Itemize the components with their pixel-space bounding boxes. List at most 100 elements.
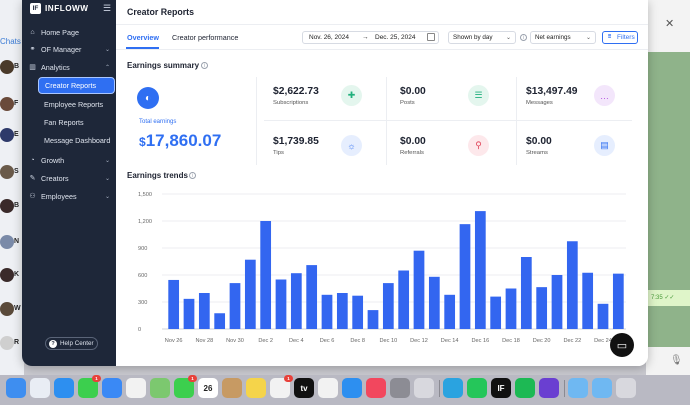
sidebar-item-message-dashboard[interactable]: Message Dashboard: [44, 136, 110, 145]
referrals-icon: ⚲: [468, 135, 489, 156]
spotify-icon[interactable]: [515, 378, 535, 398]
x-tick-label: Dec 14: [441, 338, 459, 344]
chat-name-initial: N: [14, 238, 20, 245]
earnings-summary-title: Earnings summary: [127, 61, 200, 70]
app-store-icon[interactable]: [342, 378, 362, 398]
trash-icon[interactable]: [616, 378, 636, 398]
metric-select[interactable]: Net earnings ⌄: [530, 31, 596, 44]
sidebar-item-analytics[interactable]: ▥ Analytics ⌃: [28, 60, 114, 74]
streams-icon: ▤: [594, 135, 615, 156]
chat-avatar[interactable]: [0, 268, 14, 282]
telegram-icon[interactable]: [443, 378, 463, 398]
sidebar-item-employee-reports[interactable]: Employee Reports: [44, 100, 103, 109]
mail-icon[interactable]: [102, 378, 122, 398]
sidebar-item-growth[interactable]: ◔ Growth ⌄: [28, 153, 114, 167]
chart-icon: ▥: [29, 64, 36, 71]
chat-avatar[interactable]: [0, 302, 14, 316]
home-icon: ⌂: [30, 28, 35, 36]
safari-icon[interactable]: [54, 378, 74, 398]
period-select[interactable]: Shown by day ⌄: [448, 31, 516, 44]
growth-icon: ◔: [30, 156, 35, 164]
tv-icon[interactable]: tv: [294, 378, 314, 398]
settings-icon[interactable]: [390, 378, 410, 398]
sidebar-item-creators[interactable]: ✎ Creators ⌄: [28, 171, 114, 185]
divider: [116, 24, 648, 25]
bar: [474, 211, 486, 329]
chat-support-icon[interactable]: ▭: [610, 333, 634, 357]
sidebar: IF INFLOWW ☰ ⌂ Home Page ⚭ OF Manager ⌄ …: [22, 0, 116, 366]
chevron-down-icon: ⌄: [505, 35, 511, 41]
bar: [168, 279, 180, 329]
close-icon[interactable]: ✕: [665, 17, 674, 30]
chat-avatar[interactable]: [0, 235, 14, 249]
brand[interactable]: IF INFLOWW: [30, 3, 89, 14]
x-tick-label: Nov 28: [195, 338, 213, 344]
chat-avatar[interactable]: [0, 199, 14, 213]
messages-value: $13,497.49: [526, 86, 578, 97]
x-tick-label: Nov 30: [226, 338, 244, 344]
posts-icon: ☰: [468, 85, 489, 106]
chat-avatar[interactable]: [0, 336, 14, 350]
contacts-icon[interactable]: [222, 378, 242, 398]
bar: [398, 270, 410, 329]
info-icon[interactable]: i: [201, 62, 208, 69]
info-icon[interactable]: i: [189, 172, 196, 179]
sidebar-item-creator-reports[interactable]: Creator Reports: [38, 77, 115, 94]
date-range-picker[interactable]: Nov. 26, 2024 → Dec. 25, 2024: [302, 31, 439, 44]
help-center-button[interactable]: ? Help Center: [45, 337, 98, 350]
sidebar-item-fan-reports[interactable]: Fan Reports: [44, 118, 84, 127]
preview-icon[interactable]: [414, 378, 434, 398]
x-tick-label: Dec 12: [410, 338, 428, 344]
arc-icon[interactable]: [539, 378, 559, 398]
downloads-folder-icon[interactable]: [592, 378, 612, 398]
infloww-icon[interactable]: IF: [491, 378, 511, 398]
tab-overview[interactable]: Overview: [127, 33, 159, 42]
y-tick-label: 900: [138, 246, 147, 252]
currency-symbol: $: [139, 135, 146, 149]
facetime-icon[interactable]: 1: [174, 375, 197, 398]
reminders-icon[interactable]: 1: [270, 375, 293, 398]
x-tick-label: Dec 2: [258, 338, 273, 344]
bar: [198, 293, 210, 329]
divider: [516, 77, 517, 165]
chat-name-initial: B: [14, 63, 20, 70]
music-icon[interactable]: [366, 378, 386, 398]
chat-name-initial: S: [14, 168, 19, 175]
collapse-menu-icon[interactable]: ☰: [103, 3, 111, 14]
chat-avatar[interactable]: [0, 60, 14, 74]
freeform-icon[interactable]: [318, 378, 338, 398]
chats-label[interactable]: Chats: [0, 37, 21, 46]
sidebar-item-employees[interactable]: ⚇ Employees ⌄: [28, 189, 114, 203]
chevron-down-icon: ⌄: [585, 35, 591, 41]
launchpad-icon[interactable]: [30, 378, 50, 398]
chat-avatar[interactable]: [0, 165, 14, 179]
whatsapp-icon[interactable]: [467, 378, 487, 398]
bar: [413, 250, 425, 329]
filters-button[interactable]: ⩩ Filters: [602, 31, 638, 44]
microphone-icon[interactable]: 🎙: [670, 355, 683, 366]
finder-icon[interactable]: [6, 378, 26, 398]
tab-creator-performance[interactable]: Creator performance: [172, 33, 238, 42]
bar: [597, 303, 609, 329]
maps-icon[interactable]: [150, 378, 170, 398]
messages-app-icon[interactable]: 1: [78, 375, 101, 398]
sidebar-item-label: Creators: [41, 173, 69, 183]
sidebar-item-label: Home Page: [41, 27, 79, 37]
chat-avatar[interactable]: [0, 128, 14, 142]
notes-icon[interactable]: [246, 378, 266, 398]
info-icon[interactable]: i: [520, 34, 527, 41]
arrow-right-icon: →: [362, 34, 369, 41]
bar: [444, 294, 456, 329]
y-tick-label: 600: [138, 273, 147, 279]
referrals-label: Referrals: [400, 150, 424, 156]
bar: [244, 259, 256, 329]
folder-icon[interactable]: [568, 378, 588, 398]
chat-avatar[interactable]: [0, 97, 14, 111]
calendar-icon[interactable]: 26: [198, 378, 218, 398]
bar: [275, 279, 287, 329]
photos-icon[interactable]: [126, 378, 146, 398]
background-topbar: ✕: [646, 0, 690, 52]
sidebar-item-home[interactable]: ⌂ Home Page: [28, 25, 114, 39]
bar: [566, 241, 578, 329]
sidebar-item-of-manager[interactable]: ⚭ OF Manager ⌄: [28, 42, 114, 56]
